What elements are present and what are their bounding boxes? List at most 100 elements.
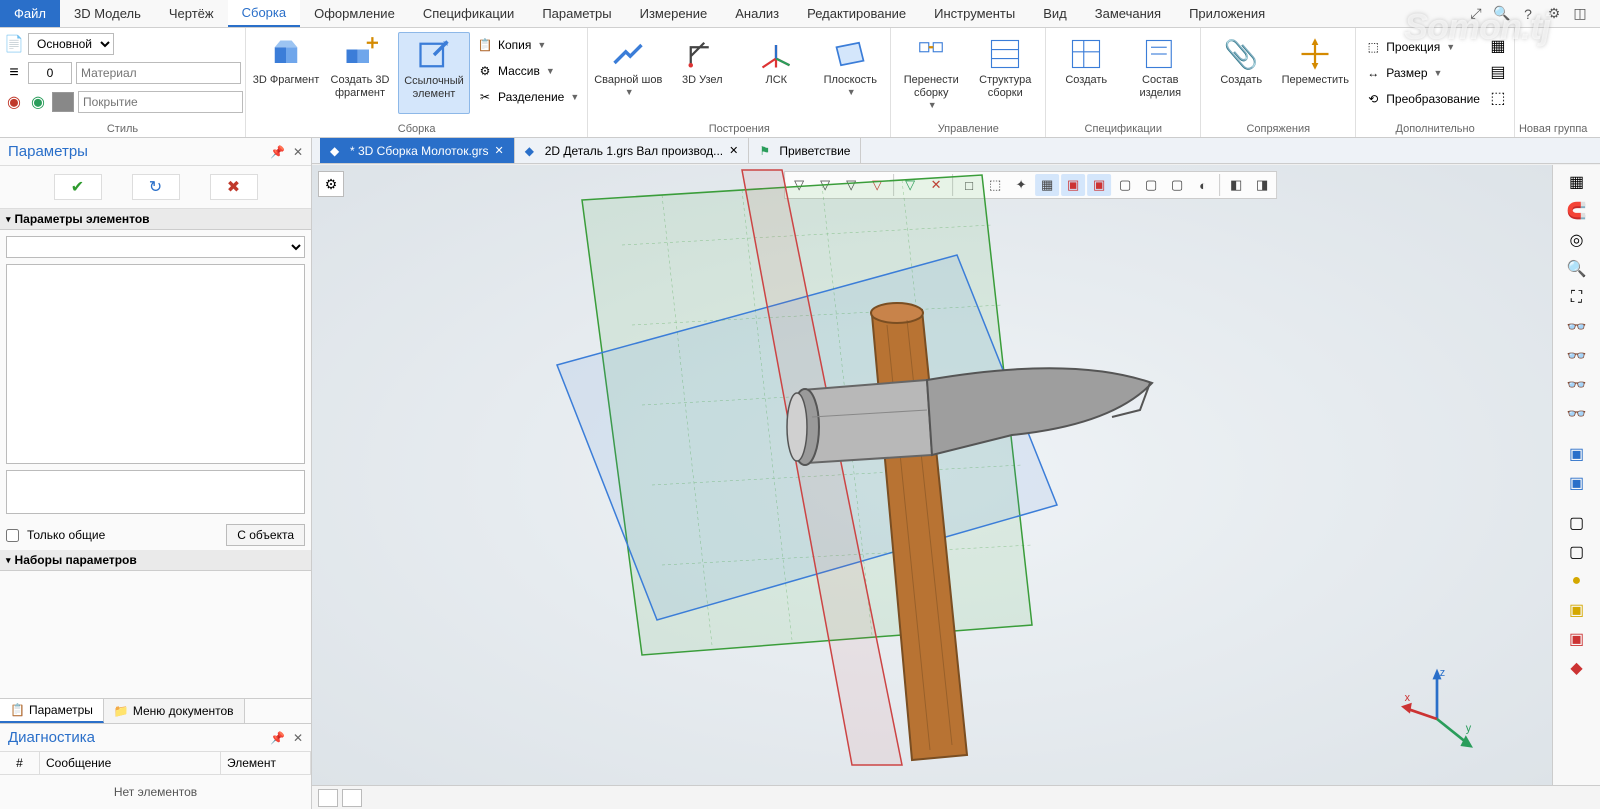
help-icon[interactable]: ? xyxy=(1518,4,1538,24)
extra-btn1-icon[interactable]: ▦ xyxy=(1486,34,1510,58)
shaded-view-icon[interactable]: ▣ xyxy=(1563,597,1591,623)
glasses-icon[interactable]: 👓 xyxy=(1563,314,1591,340)
move-assembly-label: Перенести сборку xyxy=(895,74,967,100)
pin-icon[interactable]: 📌 xyxy=(270,145,285,159)
bom-button[interactable]: Состав изделия xyxy=(1124,32,1196,114)
search-icon[interactable]: 🔍 xyxy=(1492,4,1512,24)
diag-col-msg[interactable]: Сообщение xyxy=(40,752,221,774)
create-3d-fragment-button[interactable]: Создать 3D фрагмент xyxy=(324,32,396,114)
size-button[interactable]: ↔Размер▼ xyxy=(1360,60,1484,86)
diag-col-elem[interactable]: Элемент xyxy=(221,752,311,774)
extra-btn2-icon[interactable]: ▤ xyxy=(1486,60,1510,84)
glasses-x-icon[interactable]: 👓 xyxy=(1563,343,1591,369)
menu-edit[interactable]: Редактирование xyxy=(793,0,920,27)
shaded-last-icon[interactable]: ◆ xyxy=(1563,655,1591,681)
menu-assembly[interactable]: Сборка xyxy=(228,0,301,27)
3d-node-button[interactable]: 3D Узел xyxy=(666,32,738,114)
diag-empty: Нет элементов xyxy=(0,775,311,809)
mate-move-button[interactable]: Переместить xyxy=(1279,32,1351,114)
extra-btn3-icon[interactable]: ⬚ xyxy=(1486,86,1510,110)
3d-fragment-button[interactable]: 3D Фрагмент xyxy=(250,32,322,114)
cover-input[interactable] xyxy=(78,91,243,113)
reference-element-button[interactable]: Ссылочный элемент xyxy=(398,32,470,114)
from-object-button[interactable]: С объекта xyxy=(226,524,305,546)
refresh-button[interactable]: ↻ xyxy=(132,174,180,200)
menu-notes[interactable]: Замечания xyxy=(1081,0,1175,27)
tab-parameters[interactable]: 📋Параметры xyxy=(0,699,104,723)
style-number-input[interactable] xyxy=(28,62,72,84)
array-button[interactable]: ⚙Массив▼ xyxy=(472,58,583,84)
close-icon[interactable]: ✕ xyxy=(293,145,303,159)
doctab-assembly[interactable]: ◆ * 3D Сборка Молоток.grs ✕ xyxy=(320,138,515,163)
glasses3-icon[interactable]: 👓 xyxy=(1563,401,1591,427)
menu-analysis[interactable]: Анализ xyxy=(721,0,793,27)
menu-params[interactable]: Параметры xyxy=(528,0,625,27)
sphere-icon[interactable]: ● xyxy=(1563,568,1591,594)
svg-text:x: x xyxy=(1405,692,1411,704)
layout-multi-button[interactable] xyxy=(342,789,362,807)
pin-icon[interactable]: 📌 xyxy=(270,731,285,745)
copy-button[interactable]: 📋Копия▼ xyxy=(472,32,583,58)
menu-view[interactable]: Вид xyxy=(1029,0,1081,27)
diag-col-num[interactable]: # xyxy=(0,752,40,774)
menu-file[interactable]: Файл xyxy=(0,0,60,27)
split-button[interactable]: ✂Разделение▼ xyxy=(472,84,583,110)
zoom-fit-icon[interactable]: ⛶ xyxy=(1563,285,1591,311)
close-icon[interactable]: ✕ xyxy=(494,144,503,157)
layout-single-button[interactable] xyxy=(318,789,338,807)
projection-button[interactable]: ⬚Проекция▼ xyxy=(1360,34,1484,60)
reference-element-label: Ссылочный элемент xyxy=(399,75,469,101)
zoom-in-icon[interactable]: 🔍 xyxy=(1563,256,1591,282)
move-asm-icon xyxy=(913,36,949,72)
menu-drawing[interactable]: Чертёж xyxy=(155,0,228,27)
mate-create-button[interactable]: 📎 Создать xyxy=(1205,32,1277,114)
target-icon[interactable]: ◎ xyxy=(1563,227,1591,253)
docs-icon: 📁 xyxy=(114,704,129,718)
expand-icon[interactable]: ⤢ xyxy=(1466,4,1486,24)
spec-create-button[interactable]: Создать xyxy=(1050,32,1122,114)
shaded-red-icon[interactable]: ▣ xyxy=(1563,626,1591,652)
cancel-button[interactable]: ✖ xyxy=(210,174,258,200)
magnet-icon[interactable]: 🧲 xyxy=(1563,198,1591,224)
param-list[interactable] xyxy=(6,264,305,464)
gear-icon[interactable]: ⚙ xyxy=(1544,4,1564,24)
axis-gizmo[interactable]: z x y xyxy=(1392,665,1482,755)
assembly-structure-button[interactable]: Структура сборки xyxy=(969,32,1041,114)
color-swatch[interactable] xyxy=(52,92,74,112)
style-main-select[interactable]: Основной xyxy=(28,33,114,55)
grid-icon[interactable]: ▦ xyxy=(1563,169,1591,195)
material-input[interactable] xyxy=(76,62,241,84)
window-icon[interactable]: ◫ xyxy=(1570,4,1590,24)
ribbon: 📄 Основной ≡ ◉ ◉ Стиль 3D Фрагмент xyxy=(0,28,1600,138)
tab-documents-menu[interactable]: 📁Меню документов xyxy=(104,699,245,723)
plane-button[interactable]: Плоскость▼ xyxy=(814,32,886,114)
section-element-params[interactable]: ▾ Параметры элементов xyxy=(0,209,311,230)
weld-button[interactable]: Сварной шов▼ xyxy=(592,32,664,114)
3d-viewport[interactable]: ⚙ ▽ ▽ ▽ ▽ ▽ ✕ □ ⬚ ✦ ▦ ▣ ▣ ▢ ▢ ▢ ◐ ◧ ◨ xyxy=(312,165,1552,785)
wireframe-view-icon[interactable]: ▢ xyxy=(1563,510,1591,536)
menu-tools[interactable]: Инструменты xyxy=(920,0,1029,27)
hidden-view-icon[interactable]: ▢ xyxy=(1563,539,1591,565)
lcs-button[interactable]: ЛСК xyxy=(740,32,812,114)
param-select[interactable] xyxy=(6,236,305,258)
accept-button[interactable]: ✔ xyxy=(54,174,102,200)
only-common-checkbox[interactable] xyxy=(6,529,19,542)
menu-specs[interactable]: Спецификации xyxy=(409,0,529,27)
cube-red2-icon[interactable]: ▣ xyxy=(1563,470,1591,496)
move-assembly-button[interactable]: Перенести сборку▼ xyxy=(895,32,967,114)
menu-apps[interactable]: Приложения xyxy=(1175,0,1279,27)
glasses2-icon[interactable]: 👓 xyxy=(1563,372,1591,398)
menu-measure[interactable]: Измерение xyxy=(626,0,722,27)
close-icon[interactable]: ✕ xyxy=(729,144,738,157)
transform-button[interactable]: ⟲Преобразование xyxy=(1360,86,1484,112)
param-text[interactable] xyxy=(6,470,305,514)
diag-columns: # Сообщение Элемент xyxy=(0,752,311,775)
doctab-part[interactable]: ◆ 2D Деталь 1.grs Вал производ... ✕ xyxy=(515,138,750,163)
3d-node-label: 3D Узел xyxy=(682,74,723,87)
menu-3d-model[interactable]: 3D Модель xyxy=(60,0,155,27)
section-param-sets[interactable]: ▾ Наборы параметров xyxy=(0,550,311,571)
cube-red-icon[interactable]: ▣ xyxy=(1563,441,1591,467)
menu-design[interactable]: Оформление xyxy=(300,0,409,27)
doctab-welcome[interactable]: ⚑ Приветствие xyxy=(749,138,861,163)
close-icon[interactable]: ✕ xyxy=(293,731,303,745)
